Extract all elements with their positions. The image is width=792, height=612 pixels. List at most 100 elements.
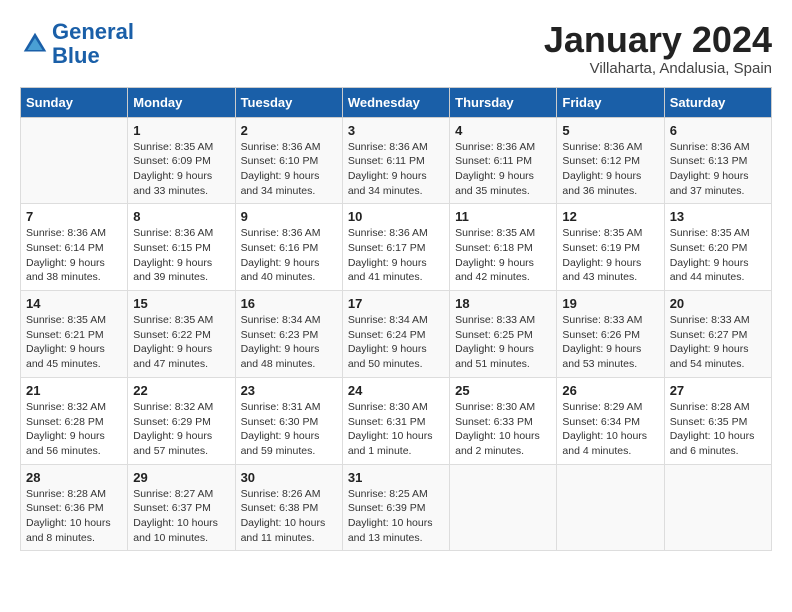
day-info: Sunrise: 8:32 AMSunset: 6:29 PMDaylight:… [133,400,229,459]
day-number: 1 [133,123,229,138]
sunrise-text: Sunrise: 8:36 AM [241,140,337,155]
calendar-cell: 14Sunrise: 8:35 AMSunset: 6:21 PMDayligh… [21,291,128,378]
title-section: January 2024 Villaharta, Andalusia, Spai… [544,20,772,77]
daylight-text: Daylight: 9 hours and 54 minutes. [670,342,766,371]
calendar-cell: 26Sunrise: 8:29 AMSunset: 6:34 PMDayligh… [557,377,664,464]
calendar-cell: 3Sunrise: 8:36 AMSunset: 6:11 PMDaylight… [342,117,449,204]
day-number: 26 [562,383,658,398]
sunrise-text: Sunrise: 8:29 AM [562,400,658,415]
sunset-text: Sunset: 6:35 PM [670,415,766,430]
daylight-text: Daylight: 10 hours and 1 minute. [348,429,444,458]
daylight-text: Daylight: 10 hours and 4 minutes. [562,429,658,458]
calendar-cell: 11Sunrise: 8:35 AMSunset: 6:18 PMDayligh… [450,204,557,291]
weekday-header: Saturday [664,87,771,117]
day-info: Sunrise: 8:33 AMSunset: 6:26 PMDaylight:… [562,313,658,372]
sunrise-text: Sunrise: 8:34 AM [241,313,337,328]
calendar-week-row: 28 Sunrise: 8:28 AMSunset: 6:36 PMDayligh… [21,464,772,551]
day-number: 28 [26,470,122,485]
sunrise-text: Sunrise: 8:36 AM [562,140,658,155]
calendar-cell: 8 Sunrise: 8:36 AMSunset: 6:15 PMDaylight… [128,204,235,291]
calendar-cell: 1 Sunrise: 8:35 AMSunset: 6:09 PMDaylight… [128,117,235,204]
day-info: Sunrise: 8:33 AMSunset: 6:25 PMDaylight:… [455,313,551,372]
daylight-text: Daylight: 10 hours and 10 minutes. [133,516,229,545]
sunset-text: Sunset: 6:09 PM [133,154,229,169]
sunset-text: Sunset: 6:17 PM [348,241,444,256]
daylight-text: Daylight: 9 hours and 48 minutes. [241,342,337,371]
weekday-header: Sunday [21,87,128,117]
day-info: Sunrise: 8:35 AMSunset: 6:20 PMDaylight:… [670,226,766,285]
day-number: 13 [670,209,766,224]
calendar-cell: 31Sunrise: 8:25 AMSunset: 6:39 PMDayligh… [342,464,449,551]
day-number: 21 [26,383,122,398]
day-number: 29 [133,470,229,485]
sunrise-text: Sunrise: 8:36 AM [133,226,229,241]
day-number: 2 [241,123,337,138]
sunset-text: Sunset: 6:29 PM [133,415,229,430]
day-number: 16 [241,296,337,311]
day-number: 6 [670,123,766,138]
sunset-text: Sunset: 6:38 PM [241,501,337,516]
day-info: Sunrise: 8:31 AMSunset: 6:30 PMDaylight:… [241,400,337,459]
day-number: 25 [455,383,551,398]
logo-text: General Blue [52,20,134,68]
sunset-text: Sunset: 6:26 PM [562,328,658,343]
sunrise-text: Sunrise: 8:28 AM [670,400,766,415]
day-info: Sunrise: 8:35 AMSunset: 6:22 PMDaylight:… [133,313,229,372]
day-number: 3 [348,123,444,138]
sunrise-text: Sunrise: 8:31 AM [241,400,337,415]
day-number: 8 [133,209,229,224]
sunset-text: Sunset: 6:10 PM [241,154,337,169]
sunset-text: Sunset: 6:21 PM [26,328,122,343]
calendar-cell: 28 Sunrise: 8:28 AMSunset: 6:36 PMDayligh… [21,464,128,551]
day-info: Sunrise: 8:36 AMSunset: 6:11 PMDaylight:… [455,140,551,199]
daylight-text: Daylight: 9 hours and 37 minutes. [670,169,766,198]
daylight-text: Daylight: 9 hours and 51 minutes. [455,342,551,371]
day-number: 17 [348,296,444,311]
daylight-text: Daylight: 9 hours and 59 minutes. [241,429,337,458]
sunrise-text: Sunrise: 8:36 AM [670,140,766,155]
daylight-text: Daylight: 9 hours and 44 minutes. [670,256,766,285]
sunset-text: Sunset: 6:31 PM [348,415,444,430]
daylight-text: Daylight: 9 hours and 43 minutes. [562,256,658,285]
sunset-text: Sunset: 6:12 PM [562,154,658,169]
day-number: 7 [26,209,122,224]
calendar-week-row: 14Sunrise: 8:35 AMSunset: 6:21 PMDayligh… [21,291,772,378]
sunset-text: Sunset: 6:22 PM [133,328,229,343]
weekday-header: Friday [557,87,664,117]
day-number: 27 [670,383,766,398]
day-info: Sunrise: 8:27 AMSunset: 6:37 PMDaylight:… [133,487,229,546]
day-info: Sunrise: 8:33 AMSunset: 6:27 PMDaylight:… [670,313,766,372]
daylight-text: Daylight: 9 hours and 57 minutes. [133,429,229,458]
calendar-week-row: 7 Sunrise: 8:36 AM Sunset: 6:14 PM Daylight… [21,204,772,291]
daylight-text: Daylight: 10 hours and 2 minutes. [455,429,551,458]
sunset-text: Sunset: 6:37 PM [133,501,229,516]
sunrise-text: Sunrise: 8:33 AM [562,313,658,328]
daylight-text: Daylight: 9 hours and 45 minutes. [26,342,122,371]
sunrise-text: Sunrise: 8:36 AM [455,140,551,155]
sunrise-text: Sunrise: 8:35 AM [562,226,658,241]
day-number: 31 [348,470,444,485]
day-info: Sunrise: 8:35 AMSunset: 6:09 PMDaylight:… [133,140,229,199]
calendar-cell: 2 Sunrise: 8:36 AMSunset: 6:10 PMDaylight… [235,117,342,204]
daylight-text: Daylight: 9 hours and 36 minutes. [562,169,658,198]
day-info: Sunrise: 8:36 AMSunset: 6:10 PMDaylight:… [241,140,337,199]
day-number: 10 [348,209,444,224]
page-subtitle: Villaharta, Andalusia, Spain [544,60,772,77]
sunrise-text: Sunrise: 8:30 AM [348,400,444,415]
calendar-cell: 4Sunrise: 8:36 AMSunset: 6:11 PMDaylight… [450,117,557,204]
calendar-cell: 17Sunrise: 8:34 AMSunset: 6:24 PMDayligh… [342,291,449,378]
sunrise-text: Sunrise: 8:30 AM [455,400,551,415]
day-number: 9 [241,209,337,224]
sunset-text: Sunset: 6:13 PM [670,154,766,169]
sunset-text: Sunset: 6:16 PM [241,241,337,256]
day-info: Sunrise: 8:36 AMSunset: 6:15 PMDaylight:… [133,226,229,285]
sunrise-text: Sunrise: 8:32 AM [26,400,122,415]
calendar-cell: 16Sunrise: 8:34 AMSunset: 6:23 PMDayligh… [235,291,342,378]
day-info: Sunrise: 8:28 AMSunset: 6:36 PMDaylight:… [26,487,122,546]
sunset-text: Sunset: 6:24 PM [348,328,444,343]
calendar-cell: 7Sunrise: 8:36 AMSunset: 6:14 PMDaylight… [21,204,128,291]
day-number: 11 [455,209,551,224]
day-number: 14 [26,296,122,311]
sunset-text: Sunset: 6:18 PM [455,241,551,256]
sunset-text: Sunset: 6:14 PM [26,241,122,256]
